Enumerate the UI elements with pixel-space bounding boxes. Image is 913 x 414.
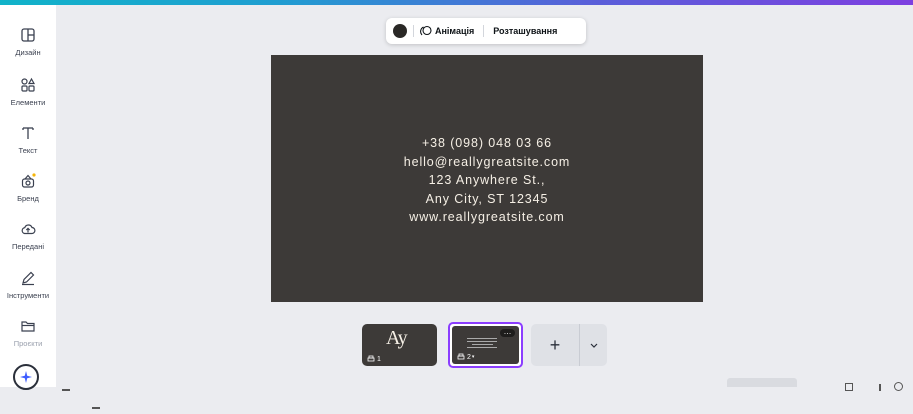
toolbar-divider (413, 25, 414, 37)
sidebar-item-label: Інструменти (6, 291, 50, 300)
more-options-button[interactable]: … (500, 328, 515, 337)
sidebar-item-label: Передані (11, 242, 45, 251)
top-accent-bar (0, 0, 913, 5)
add-page-button[interactable]: + (531, 335, 579, 356)
color-swatch-button[interactable] (393, 24, 407, 38)
sidebar-item-text[interactable]: Текст (0, 125, 56, 155)
page-thumbnail-1[interactable]: Ay 1 (362, 324, 437, 366)
sparkle-icon (20, 371, 32, 383)
context-toolbar: Анімація Розташування (386, 18, 586, 44)
email-text: hello@reallygreatsite.com (403, 154, 571, 169)
add-page-menu-button[interactable] (580, 336, 607, 354)
pen-icon (22, 271, 35, 286)
website-text: www.reallygreatsite.com (409, 210, 565, 224)
animation-button[interactable]: Анімація (420, 25, 474, 37)
view-toggle-partial[interactable] (727, 378, 797, 387)
text-icon (22, 127, 34, 139)
page-thumbnail-2[interactable]: … 2 ▾ (448, 322, 523, 368)
print-icon (457, 353, 465, 360)
sidebar-item-label: Проєкти (13, 339, 43, 348)
page-thumbnail-preview: … 2 ▾ (452, 326, 519, 364)
sidebar-item-label: Текст (18, 146, 38, 155)
design-canvas[interactable]: +38 (098) 048 03 66 hello@reallygreatsit… (271, 55, 703, 302)
sidebar-item-label: Елементи (10, 98, 46, 107)
thumb-text-lines (467, 338, 497, 348)
animation-icon (420, 25, 432, 36)
address-line-1: 123 Anywhere St., (428, 173, 546, 187)
page-number: 2 ▾ (457, 353, 474, 361)
notes-bar-partial (62, 378, 112, 409)
cloud-upload-icon (21, 224, 36, 235)
page-number: 1 (367, 355, 381, 363)
sidebar-item-tools[interactable]: Інструменти (0, 270, 56, 300)
monogram-text: Ay (386, 327, 408, 349)
sidebar: Дизайн Елементи Текст Бренд Передані Інс… (0, 5, 56, 387)
shapes-icon (21, 77, 36, 92)
sidebar-item-brand[interactable]: Бренд (0, 173, 56, 203)
sidebar-item-design[interactable]: Дизайн (0, 27, 56, 57)
position-button[interactable]: Розташування (493, 26, 557, 36)
sidebar-item-uploads[interactable]: Передані (0, 221, 56, 251)
layout-icon (21, 28, 35, 42)
toolbar-divider (483, 25, 485, 37)
phone-text: +38 (098) 048 03 66 (421, 136, 553, 150)
sidebar-item-projects[interactable]: Проєкти (0, 318, 56, 348)
address-line-2: Any City, ST 12345 (425, 191, 549, 206)
zoom-controls-partial[interactable] (845, 378, 905, 391)
print-icon (367, 355, 375, 362)
chevron-down-icon (590, 343, 597, 348)
sidebar-item-label: Бренд (17, 194, 39, 203)
add-page-control: + (531, 324, 607, 366)
animation-label: Анімація (435, 26, 475, 36)
sidebar-item-elements[interactable]: Елементи (0, 77, 56, 107)
contact-text-block[interactable]: +38 (098) 048 03 66 hello@reallygreatsit… (271, 134, 703, 227)
chevron-down-icon: ▾ (471, 354, 475, 360)
magic-assistant-button[interactable] (13, 364, 39, 390)
brand-kit-icon (21, 173, 36, 188)
folder-icon (21, 321, 35, 332)
sidebar-item-label: Дизайн (15, 48, 41, 57)
